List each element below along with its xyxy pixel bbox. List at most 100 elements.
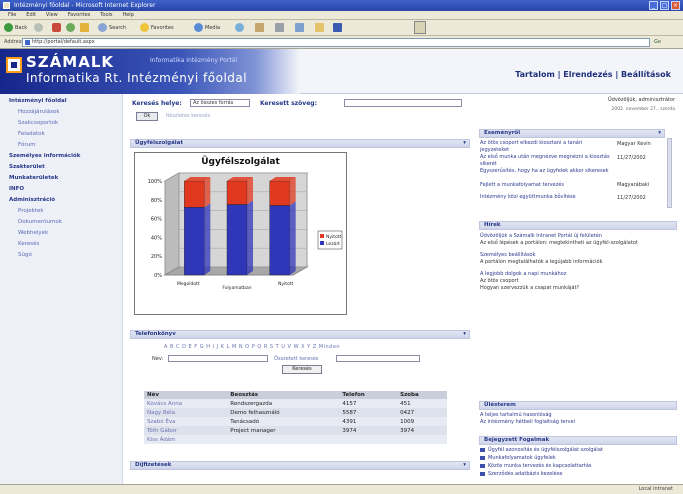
chart-bar bbox=[184, 207, 205, 276]
mail-button[interactable] bbox=[255, 23, 266, 33]
col-room[interactable]: Szoba bbox=[397, 391, 447, 399]
go-button[interactable]: Go bbox=[654, 38, 661, 47]
panel-menu-icon[interactable]: ▾ bbox=[658, 130, 661, 137]
news-item[interactable]: Üdvözöljük a Számalk Intranet Portál új … bbox=[480, 233, 680, 240]
sidebar-item-tasks[interactable]: Feladatok bbox=[0, 129, 122, 140]
chart-bar bbox=[226, 204, 248, 276]
cell-title: Rendszergazda bbox=[227, 399, 340, 408]
panel-menu-icon[interactable]: ▾ bbox=[463, 462, 466, 469]
chart-y-tick: 100% bbox=[148, 179, 163, 185]
news-text: A portálon megtalálhatók a legújabb info… bbox=[480, 259, 603, 265]
sidebar-item-personal[interactable]: Személyes információk bbox=[0, 151, 122, 162]
home-icon bbox=[80, 23, 89, 32]
sidebar-item-field[interactable]: Szakterület bbox=[0, 162, 122, 173]
close-button[interactable]: × bbox=[671, 1, 680, 10]
sidebar-item-sites[interactable]: Webhelyek bbox=[0, 228, 122, 239]
tools-panel-header: Ülésterem bbox=[479, 401, 677, 410]
top-navigation[interactable]: Tartalom | Elrendezés | Beállítások bbox=[515, 70, 671, 79]
news-item[interactable]: A legjobb dolgok a napi munkához bbox=[480, 271, 680, 278]
sidebar-item-workspaces[interactable]: Munkaterületek bbox=[0, 173, 122, 184]
event-item[interactable]: Intézmény közi együttmunka bővítése bbox=[480, 194, 610, 201]
phonebook-advanced-link[interactable]: Összetett keresés bbox=[274, 356, 319, 362]
cell-phone: 3974 bbox=[339, 426, 398, 435]
menu-favorites[interactable]: Favorites bbox=[68, 11, 91, 20]
menu-tools[interactable]: Tools bbox=[100, 11, 112, 20]
events-scrollbar[interactable] bbox=[667, 138, 672, 208]
search-button[interactable]: Search bbox=[98, 23, 126, 33]
tools-item[interactable]: Az intézmény hétbeli foglaltság tervei bbox=[480, 419, 680, 426]
recent-item[interactable]: Munkafolyamatok ügyfelek bbox=[480, 455, 680, 462]
cell-name[interactable]: Szabó Éva bbox=[144, 417, 228, 426]
sidebar-item-home[interactable]: Intézményi főoldal bbox=[0, 96, 122, 107]
search-ok-button[interactable]: Ok bbox=[136, 112, 158, 121]
history-button[interactable] bbox=[235, 23, 246, 33]
sidebar-item-info[interactable]: INFO bbox=[0, 184, 122, 195]
address-label: Address bbox=[4, 39, 24, 45]
favorites-button[interactable]: Favorites bbox=[140, 23, 174, 33]
col-title[interactable]: Beosztás bbox=[227, 391, 340, 399]
back-button[interactable]: Back bbox=[4, 23, 27, 33]
menu-view[interactable]: View bbox=[46, 11, 58, 20]
chart-bar bbox=[184, 180, 205, 208]
phonebook-extra-input[interactable] bbox=[336, 355, 420, 362]
sidebar-item-forum[interactable]: Fórum bbox=[0, 140, 122, 151]
search-text-label: Keresett szöveg: bbox=[260, 100, 317, 107]
chart-bar-side bbox=[247, 177, 253, 205]
sidebar-item-groups[interactable]: Szakcsoportok bbox=[0, 118, 122, 129]
event-item[interactable]: Fejlett a munkafolyamat tervezés bbox=[480, 182, 610, 189]
sidebar-item-help[interactable]: Súgó bbox=[0, 250, 122, 261]
chart-bar-side bbox=[289, 201, 296, 275]
messenger-button[interactable] bbox=[333, 23, 344, 33]
cell-name[interactable]: Tóth Gábor bbox=[144, 426, 228, 435]
col-phone[interactable]: Telefon bbox=[339, 391, 398, 399]
tools-item[interactable]: A teljes tartalmú hasonlóság bbox=[480, 412, 680, 419]
news-text: Az ötös csoport bbox=[480, 278, 519, 284]
col-name[interactable]: Név bbox=[144, 391, 228, 399]
forward-button[interactable] bbox=[34, 23, 45, 33]
history-icon bbox=[235, 23, 244, 32]
discuss-button[interactable] bbox=[315, 23, 326, 33]
refresh-button[interactable] bbox=[66, 23, 77, 33]
event-item[interactable]: Egyszerűsítés, hogy ha az ügyfelek akkor… bbox=[480, 168, 610, 175]
phonebook-search-button[interactable]: Keresés bbox=[282, 365, 322, 374]
home-button[interactable] bbox=[80, 23, 91, 33]
panel-menu-icon[interactable]: ▾ bbox=[463, 140, 466, 147]
alphabet-filter[interactable]: A B C D E F G H I J K L M N O P Q R S T … bbox=[164, 344, 340, 350]
cell-name[interactable]: Nagy Béla bbox=[144, 408, 228, 417]
sidebar-item-contributions[interactable]: Hozzájárulások bbox=[0, 107, 122, 118]
recent-item[interactable]: Szerződés adatbázis kezelése bbox=[480, 471, 680, 478]
news-item[interactable]: Személyes beállítások bbox=[480, 252, 680, 259]
recent-item[interactable]: Közös munka tervezés és kapcsolattartás bbox=[480, 463, 680, 470]
address-input[interactable]: http://portal/default.aspx bbox=[22, 38, 650, 47]
print-button[interactable] bbox=[275, 23, 286, 33]
page-icon bbox=[25, 40, 30, 45]
panel-menu-icon[interactable]: ▾ bbox=[463, 331, 466, 338]
brand-name: SZÁMALK bbox=[26, 53, 115, 71]
search-input[interactable] bbox=[344, 99, 462, 107]
cell-name[interactable]: Kiss Ádám bbox=[144, 435, 228, 444]
table-row: Kiss Ádám bbox=[144, 435, 447, 444]
sidebar-item-projects[interactable]: Projektek bbox=[0, 206, 122, 217]
menu-edit[interactable]: Edit bbox=[26, 11, 36, 20]
advanced-search-link[interactable]: Részletes keresés bbox=[166, 113, 210, 119]
event-who: 11/27/2002 bbox=[617, 195, 646, 201]
maximize-button[interactable]: □ bbox=[660, 1, 669, 10]
sidebar-item-documents[interactable]: Dokumentumok bbox=[0, 217, 122, 228]
main-content: Keresés helye: Az összes forrás Keresett… bbox=[124, 94, 475, 484]
menu-file[interactable]: File bbox=[8, 11, 16, 20]
search-scope-select[interactable]: Az összes forrás bbox=[190, 99, 250, 107]
news-panel-header: Hírek bbox=[479, 221, 677, 230]
sidebar-item-search[interactable]: Keresés bbox=[0, 239, 122, 250]
cell-name[interactable]: Kovács Anna bbox=[144, 399, 228, 408]
media-button[interactable]: Media bbox=[194, 23, 220, 33]
minimize-button[interactable]: _ bbox=[649, 1, 658, 10]
event-item[interactable]: Az ötös csoport elkezdi kiosztani a taná… bbox=[480, 140, 610, 153]
news-text: Hogyan szervezzük a csapat munkáját? bbox=[480, 285, 580, 291]
menu-help[interactable]: Help bbox=[122, 11, 133, 20]
event-item[interactable]: Az első munka után megnézve megnézni a k… bbox=[480, 154, 610, 167]
name-input[interactable] bbox=[168, 355, 268, 362]
edit-button[interactable] bbox=[295, 23, 306, 33]
stop-button[interactable] bbox=[52, 23, 63, 33]
sidebar-item-admin[interactable]: Adminisztráció bbox=[0, 195, 122, 206]
recent-item[interactable]: Ügyfél azonosítás és ügyfélszolgálat szo… bbox=[480, 447, 680, 454]
